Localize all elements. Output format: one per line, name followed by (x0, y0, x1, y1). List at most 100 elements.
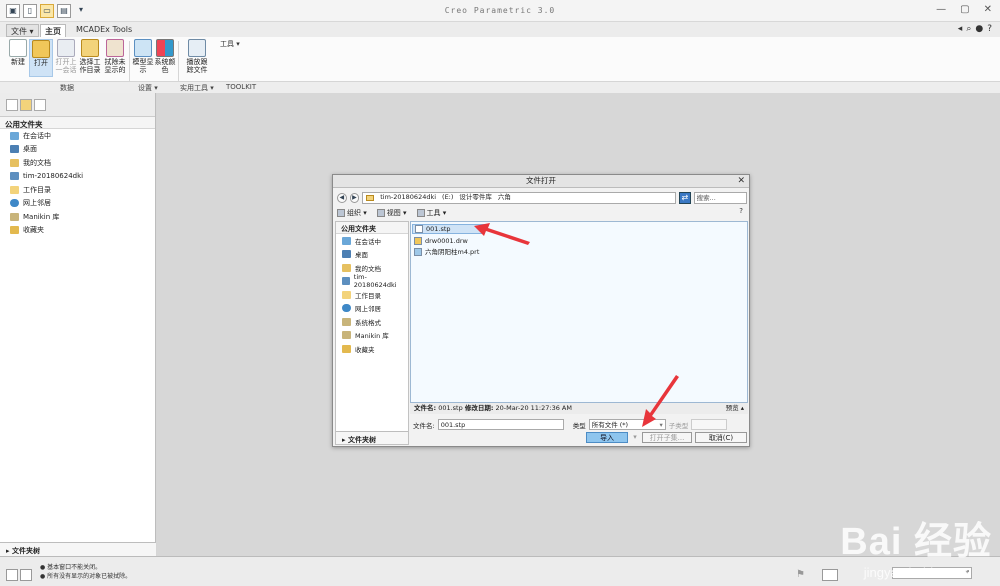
context-help-icon[interactable]: ? (739, 207, 743, 215)
nav-item-my-documents[interactable]: 我的文档 (0, 156, 155, 170)
dialog-toolbar: 组织 ▾ 视图 ▾ 工具 ▾ ? (337, 207, 747, 219)
folder-tree-toggle[interactable]: ▸ 文件夹树 (0, 542, 156, 556)
organize-icon (337, 209, 345, 217)
dlg-item-desktop[interactable]: 桌面 (336, 248, 408, 262)
dialog-close-icon[interactable]: ✕ (737, 175, 745, 187)
breadcrumb-item[interactable]: (E:) (442, 192, 453, 203)
favorites-tab-icon[interactable] (34, 99, 46, 111)
help-icon[interactable]: ? (987, 24, 992, 34)
dlg-item-label: 网上邻居 (355, 305, 381, 314)
search-icon[interactable]: ⌕ (966, 24, 971, 34)
tab-home[interactable]: 主页 (40, 24, 66, 37)
tab-file[interactable]: 文件 ▾ (6, 24, 39, 37)
refresh-icon[interactable]: ⇄ (679, 191, 691, 204)
navigator-toggle-icon[interactable] (6, 569, 18, 581)
search-input[interactable]: 搜索... (693, 191, 748, 204)
erase-not-displayed-label: 拭除未显示的 (104, 58, 126, 74)
dialog-buttons: 导入 ▾ 打开子集... 取消(C) (586, 432, 747, 443)
view-icon (376, 209, 385, 217)
subtype-select[interactable] (691, 419, 728, 430)
working-dir-icon (10, 185, 19, 194)
erase-not-displayed-button[interactable]: 拭除未显示的 (103, 39, 127, 74)
organize-label: 组织 ▾ (347, 209, 367, 217)
navigator-tabs (0, 93, 155, 117)
import-button[interactable]: 导入 (586, 432, 628, 443)
back-icon[interactable]: ◀ (337, 192, 347, 203)
filename-input[interactable]: 001.stp (437, 419, 564, 430)
dlg-item-system-formats[interactable]: 系统格式 (336, 315, 408, 329)
breadcrumb-item[interactable]: tim-20180624dki (380, 192, 436, 203)
preview-toggle[interactable]: 预览 ▴ (726, 403, 744, 413)
computer-icon (10, 172, 19, 181)
community-icon[interactable]: ● (975, 24, 983, 34)
dialog-folder-pane: 公用文件夹 在会话中 桌面 我的文档 tim-20180624dki 工作目录 … (335, 221, 409, 445)
forward-icon[interactable]: ▶ (349, 192, 360, 203)
organize-menu[interactable]: 组织 ▾ (337, 208, 367, 218)
eraser-icon (106, 39, 124, 57)
group-utilities[interactable]: 实用工具 ▾ (180, 83, 214, 93)
dlg-item-in-session[interactable]: 在会话中 (336, 234, 408, 248)
nav-item-working-dir[interactable]: 工作目录 (0, 183, 155, 197)
nav-item-label: 工作目录 (23, 185, 51, 194)
nav-item-favorites[interactable]: 收藏夹 (0, 224, 155, 238)
open-subset-button[interactable]: 打开子集... (642, 432, 692, 443)
open-last-session-button[interactable]: 打开上一会话 (54, 39, 78, 74)
dlg-item-favorites[interactable]: 收藏夹 (336, 342, 408, 356)
model-tree-tab-icon[interactable] (6, 99, 18, 111)
dlg-item-network[interactable]: 网上邻居 (336, 302, 408, 316)
file-item-hex-standoff[interactable]: 六角阴阳柱m4.prt (412, 247, 481, 257)
dialog-title-bar: 文件打开 ✕ (333, 175, 749, 188)
info-name-value: 001.stp (438, 404, 463, 412)
collapse-ribbon-icon[interactable]: ◂ (958, 24, 963, 34)
close-icon[interactable]: ✕ (984, 4, 992, 15)
breadcrumb-item[interactable]: 设计零件库 (459, 192, 492, 203)
common-folders-title: 公用文件夹 (0, 117, 155, 129)
breadcrumb-item[interactable]: 六角 (498, 192, 511, 203)
address-bar[interactable]: tim-20180624dki (E:) 设计零件库 六角 (362, 191, 677, 204)
open-button[interactable]: 打开 (29, 39, 53, 77)
dlg-item-working-dir[interactable]: 工作目录 (336, 288, 408, 302)
new-button[interactable]: 新建 (7, 39, 29, 66)
nav-item-in-session[interactable]: 在会话中 (0, 129, 155, 143)
app-title: Creo Parametric 3.0 (444, 6, 556, 15)
dlg-item-computer[interactable]: tim-20180624dki (336, 273, 408, 289)
group-settings[interactable]: 设置 ▾ (138, 83, 158, 93)
nav-item-label: tim-20180624dki (23, 172, 84, 181)
nav-item-label: 网上邻居 (23, 199, 51, 208)
tools-menu[interactable]: 工具 ▾ (416, 208, 446, 218)
network-icon (342, 304, 351, 313)
browser-toggle-icon[interactable] (20, 569, 32, 581)
nav-item-computer[interactable]: tim-20180624dki (0, 170, 155, 184)
manikin-icon (342, 331, 351, 340)
documents-icon (342, 263, 351, 272)
annotation-arrow (474, 223, 530, 245)
favorites-icon (342, 344, 351, 353)
dialog-folder-tree-toggle[interactable]: ▸ 文件夹树 (336, 431, 408, 444)
import-dropdown-icon[interactable]: ▾ (631, 432, 639, 443)
find-icon[interactable] (822, 569, 838, 581)
file-list[interactable]: 001.stp drw0001.drw 六角阴阳柱m4.prt (410, 221, 748, 403)
file-name: drw0001.drw (425, 236, 468, 245)
folder-browser-tab-icon[interactable] (20, 99, 32, 111)
dialog-title: 文件打开 (526, 176, 556, 185)
system-colors-button[interactable]: 系统颜色 (154, 39, 176, 74)
play-trail-file-button[interactable]: 播放跟踪文件 (185, 39, 209, 74)
cancel-button[interactable]: 取消(C) (695, 432, 747, 443)
flag-icon[interactable]: ⚑ (796, 569, 808, 581)
maximize-icon[interactable]: ▢ (960, 4, 969, 15)
file-item-drw0001[interactable]: drw0001.drw (412, 236, 470, 246)
model-display-button[interactable]: 模型显示 (132, 39, 154, 74)
nav-item-desktop[interactable]: 桌面 (0, 143, 155, 157)
tab-mcadex-tools[interactable]: MCADEx Tools (72, 24, 136, 37)
nav-item-network[interactable]: 网上邻居 (0, 197, 155, 211)
view-menu[interactable]: 视图 ▾ (376, 208, 407, 218)
dlg-item-manikin[interactable]: Manikin 库 (336, 329, 408, 343)
manikin-icon (10, 212, 19, 221)
documents-icon (10, 158, 19, 167)
nav-item-manikin[interactable]: Manikin 库 (0, 210, 155, 224)
view-label: 视图 ▾ (386, 209, 407, 217)
tools-dropdown[interactable]: 工具 ▾ (220, 39, 240, 49)
select-working-dir-button[interactable]: 选择工作目录 (78, 39, 102, 74)
minimize-icon[interactable]: — (936, 4, 946, 15)
nav-item-label: 我的文档 (23, 158, 51, 167)
